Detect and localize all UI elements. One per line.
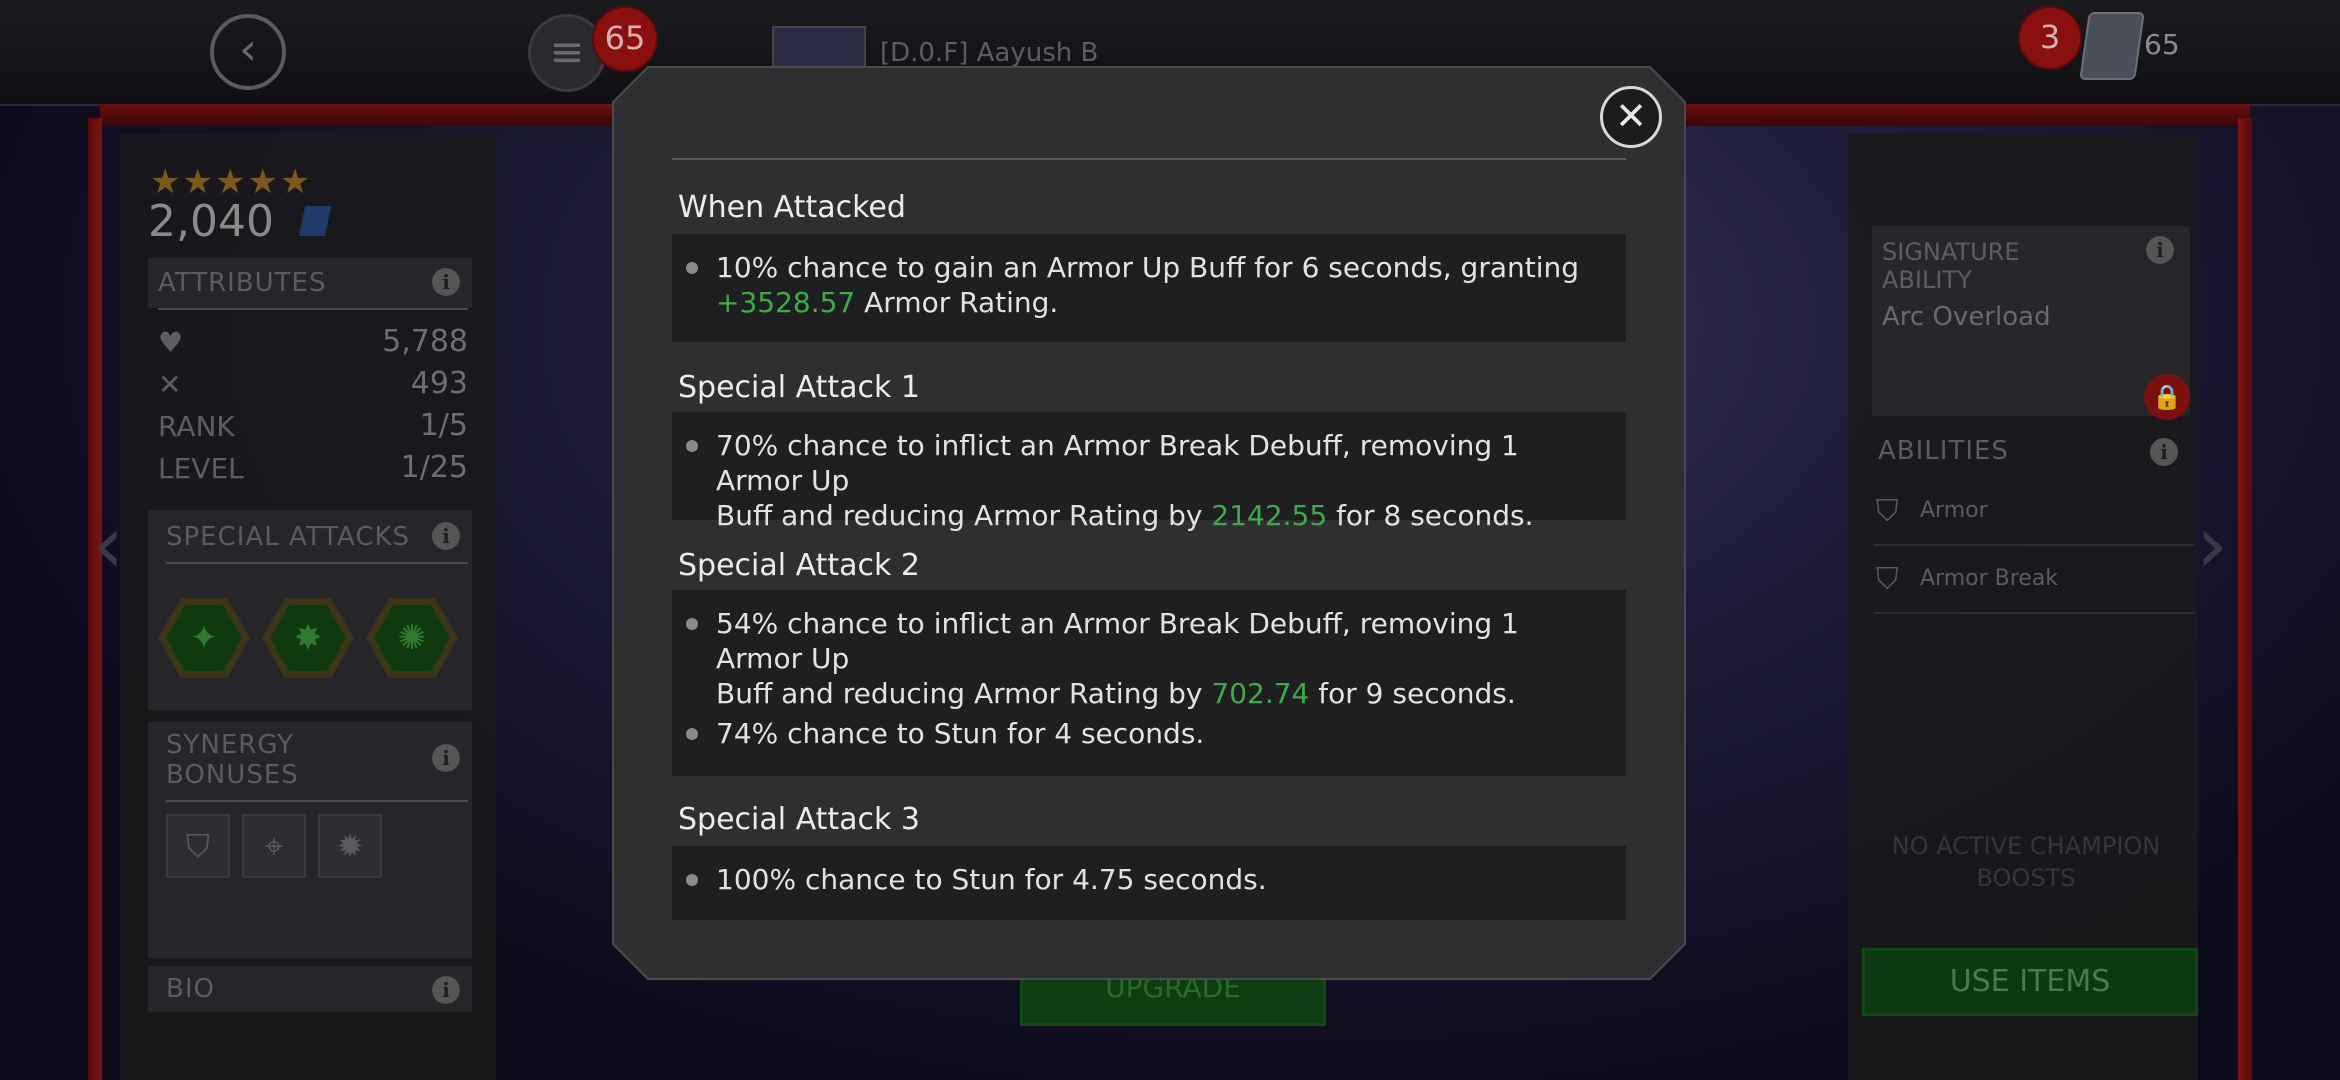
use-items-button[interactable]: USE ITEMS [1862,948,2198,1016]
menu-notification-badge: 65 [592,6,658,72]
back-arrow-icon[interactable]: ‹ [210,14,286,90]
player-tag: [D.0.F] Aayush B [880,38,1098,68]
bullet-text: 70% chance to inflict an Armor Break Deb… [716,428,1606,533]
attributes-header: ATTRIBUTES [158,268,327,298]
health-value: 5,788 [382,324,468,359]
bullet-text-tail: Armor Rating. [855,286,1059,319]
no-boosts-line1: NO ACTIVE CHAMPION [1891,832,2161,860]
bullet-text: 54% chance to inflict an Armor Break Deb… [716,606,1606,711]
attributes-info-icon[interactable]: i [432,268,460,296]
ability-row[interactable]: ⛉ Armor [1874,478,2194,546]
signature-ability-name: Arc Overload [1882,302,2051,332]
signature-info-icon[interactable]: i [2146,236,2174,264]
section-title-special-attack-3: Special Attack 3 [678,802,921,837]
health-icon: ♥ [158,326,184,359]
next-champion-arrow-icon[interactable]: › [2196,498,2228,591]
synergy-header-line1: SYNERGY [166,730,295,760]
bullet-line: 10% chance to gain an Armor Up Buff for … [716,251,1580,284]
signature-label-line2: ABILITY [1882,266,1972,294]
bullet-icon [686,262,698,274]
bio-header[interactable]: BIO [166,974,215,1004]
section-box-special-attack-3: 100% chance to Stun for 4.75 seconds. [672,846,1626,920]
bullet-text: 10% chance to gain an Armor Up Buff for … [716,250,1606,320]
close-button[interactable]: ✕ [1600,86,1662,148]
bullet-icon [686,874,698,886]
crosshair-icon[interactable]: ⌖ [242,814,306,878]
special-attacks-header: SPECIAL ATTACKS [166,522,411,552]
abilities-header: ABILITIES [1878,436,2009,466]
bullet-text: 100% chance to Stun for 4.75 seconds. [716,862,1606,897]
highlight-value: 2142.55 [1211,499,1328,532]
highlight-value: +3528.57 [716,286,856,319]
ability-label: Armor [1920,498,1988,523]
lock-icon: 🔒 [2144,374,2190,420]
bullet-text-tail: for 8 seconds. [1327,499,1534,532]
bullet-icon [686,440,698,452]
ability-label: Armor Break [1920,566,2059,591]
section-title-special-attack-1: Special Attack 1 [678,370,921,405]
bullet-icon [686,618,698,630]
section-title-when-attacked: When Attacked [678,190,906,225]
bullet-text-head: Buff and reducing Armor Rating by [716,499,1212,532]
signature-label-line1: SIGNATURE [1882,238,2020,266]
special-attacks-info-icon[interactable]: i [432,522,460,550]
champion-rating: 2,040 [148,196,274,247]
highlight-value: 702.74 [1211,677,1310,710]
signature-ability-label: SIGNATURE ABILITY [1882,238,2022,294]
items-icon[interactable] [2079,12,2145,80]
attack-icon: ✕ [158,368,182,401]
rank-label: RANK [158,410,235,443]
bullet-text: 74% chance to Stun for 4 seconds. [716,716,1606,751]
bullet-line: 70% chance to inflict an Armor Break Deb… [716,429,1519,497]
player-name: Aayush B [976,38,1099,68]
bullet-line: Buff and reducing Armor Rating by 2142.5… [716,498,1606,533]
items-notification-badge: 3 [2018,6,2082,70]
section-title-special-attack-2: Special Attack 2 [678,548,921,583]
bullet-line: 54% chance to inflict an Armor Break Deb… [716,607,1519,675]
divider [166,562,468,564]
bullet-line: Buff and reducing Armor Rating by 702.74… [716,676,1606,711]
synergy-header: SYNERGY BONUSES [166,730,299,790]
modal-divider [672,158,1626,160]
previous-champion-arrow-icon[interactable]: ‹ [92,498,124,591]
frame-left-border [88,118,102,1080]
synergy-header-line2: BONUSES [166,760,299,790]
section-box-when-attacked: 10% chance to gain an Armor Up Buff for … [672,234,1626,342]
player-alliance-tag: [D.0.F] [880,38,969,68]
no-active-boosts-text: NO ACTIVE CHAMPION BOOSTS [1866,830,2186,894]
synergy-info-icon[interactable]: i [432,744,460,772]
bullet-icon [686,728,698,740]
broken-shield-icon: ⛉ [1876,562,1899,597]
bullet-text-head: Buff and reducing Armor Rating by [716,677,1212,710]
abilities-info-icon[interactable]: i [2150,438,2178,466]
frame-right-border [2238,118,2252,1080]
divider [158,308,468,310]
bullet-line: 74% chance to Stun for 4 seconds. [716,717,1205,750]
shield-icon[interactable]: ⛉ [166,814,230,878]
section-box-special-attack-2: 54% chance to inflict an Armor Break Deb… [672,590,1626,776]
bio-info-icon[interactable]: i [432,976,460,1004]
burst-icon[interactable]: ✹ [318,814,382,878]
shield-icon: ⛉ [1876,494,1899,529]
divider [166,800,468,802]
ability-row[interactable]: ⛉ Armor Break [1874,546,2194,614]
level-label: LEVEL [158,452,244,485]
section-box-special-attack-1: 70% chance to inflict an Armor Break Deb… [672,412,1626,532]
bullet-line: +3528.57 Armor Rating. [716,285,1606,320]
level-value: 1/25 [400,450,468,485]
bullet-line: 100% chance to Stun for 4.75 seconds. [716,863,1267,896]
no-boosts-line2: BOOSTS [1976,864,2076,892]
attack-value: 493 [410,366,468,401]
bullet-text-tail: for 9 seconds. [1309,677,1516,710]
items-count: 65 [2144,28,2180,61]
rank-value: 1/5 [419,408,468,443]
